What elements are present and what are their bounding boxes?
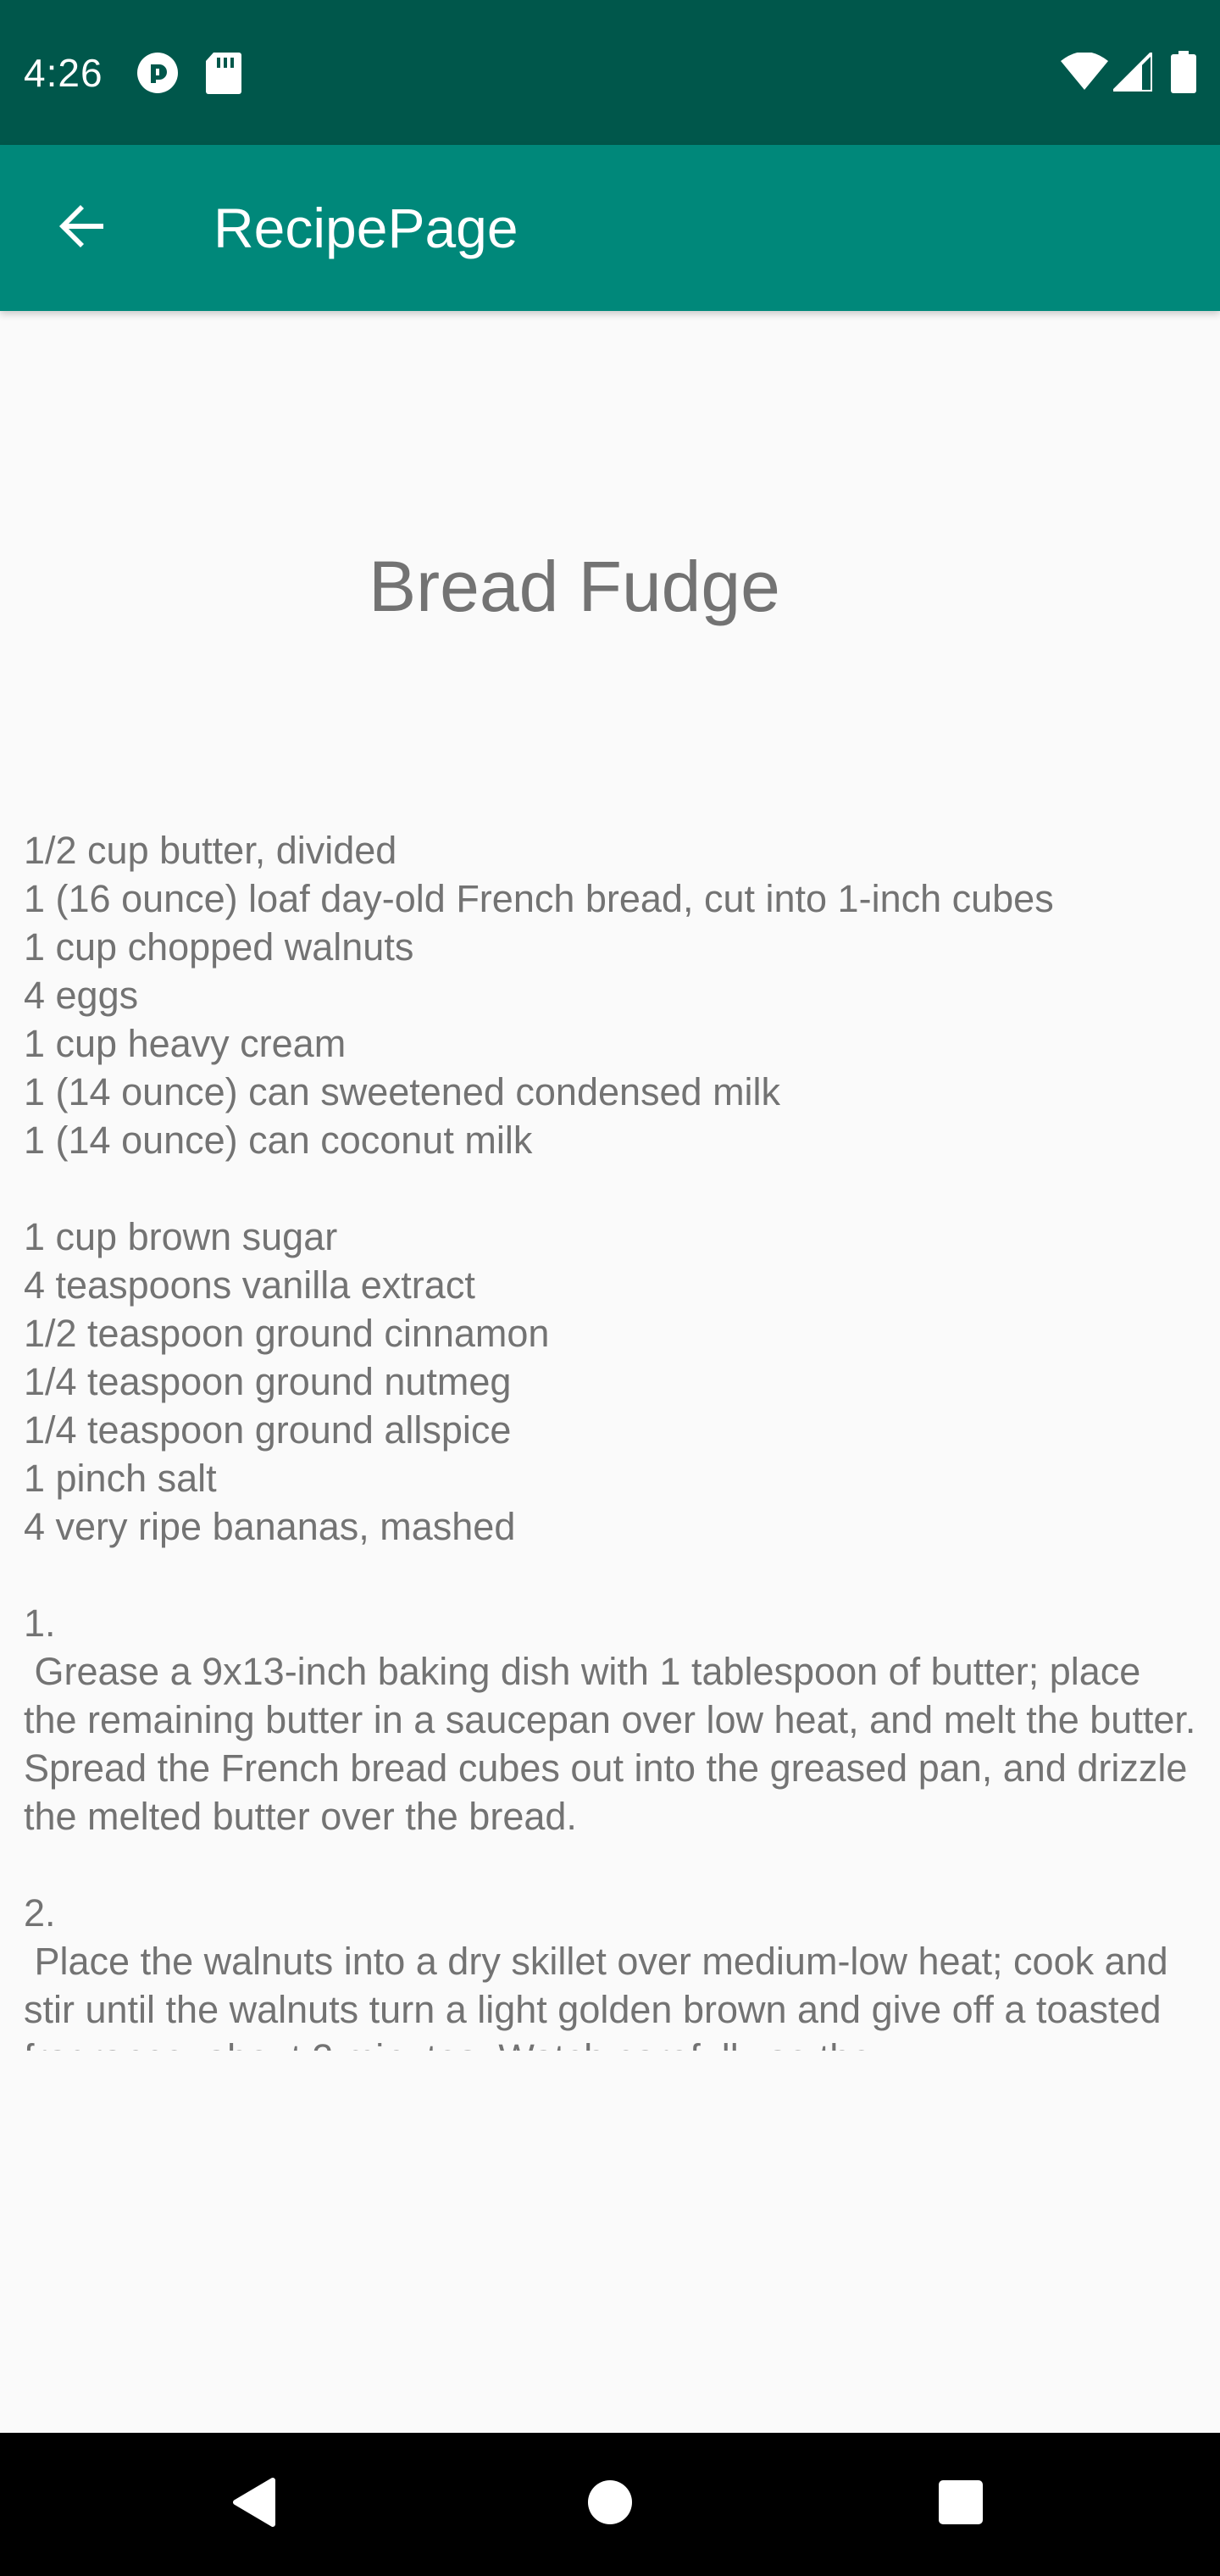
- ingredient-line: 1/4 teaspoon ground nutmeg: [24, 1360, 512, 1403]
- ingredients-list: 1/2 cup butter, divided 1 (16 ounce) loa…: [24, 826, 1201, 1164]
- ingredient-line: 1 (16 ounce) loaf day-old French bread, …: [24, 877, 1054, 920]
- recipe-content[interactable]: Bread Fudge 1/2 cup butter, divided 1 (1…: [0, 311, 1220, 2433]
- arrow-back-icon: [54, 199, 108, 258]
- status-bar: 4:26: [0, 0, 1220, 145]
- status-time: 4:26: [24, 51, 103, 95]
- ingredient-line: 1 (14 ounce) can coconut milk: [24, 1119, 533, 1162]
- nav-home-icon: [587, 2479, 633, 2529]
- ingredients-list: 1 cup brown sugar 4 teaspoons vanilla ex…: [24, 1213, 1201, 1551]
- ingredient-line: 1 cup heavy cream: [24, 1022, 347, 1065]
- recipe-body[interactable]: 1/2 cup butter, divided 1 (16 ounce) loa…: [24, 826, 1201, 2051]
- ingredient-line: 1 cup chopped walnuts: [24, 925, 414, 969]
- step-number: 1.: [24, 1602, 56, 1645]
- ingredient-line: 4 teaspoons vanilla extract: [24, 1263, 475, 1307]
- battery-icon: [1171, 51, 1196, 97]
- step-number: 2.: [24, 1891, 56, 1935]
- ingredient-line: 4 very ripe bananas, mashed: [24, 1505, 516, 1548]
- sd-card-icon: [205, 51, 242, 99]
- back-button[interactable]: [34, 180, 129, 275]
- ingredient-line: 1/2 teaspoon ground cinnamon: [24, 1312, 550, 1355]
- recipe-title: Bread Fudge: [369, 547, 780, 626]
- app-bar-title: RecipePage: [214, 197, 518, 259]
- app-bar: RecipePage: [0, 145, 1220, 311]
- step-text: Place the walnuts into a dry skillet ove…: [24, 1940, 1168, 2051]
- ingredient-line: 1 (14 ounce) can sweetened condensed mil…: [24, 1070, 781, 1113]
- step-1: 1. Grease a 9x13-inch baking dish with 1…: [24, 1599, 1201, 1840]
- step-2: 2. Place the walnuts into a dry skillet …: [24, 1889, 1201, 2051]
- ingredient-line: 1 pinch salt: [24, 1457, 217, 1500]
- wifi-icon: [1061, 52, 1108, 94]
- ingredient-line: 1/2 cup butter, divided: [24, 829, 397, 872]
- ingredient-line: 1 cup brown sugar: [24, 1215, 338, 1258]
- cell-signal-icon: [1109, 48, 1154, 96]
- nav-recents-button[interactable]: [918, 2462, 1003, 2546]
- ingredient-line: 1/4 teaspoon ground allspice: [24, 1408, 512, 1452]
- nav-back-button[interactable]: [212, 2462, 297, 2546]
- nav-back-icon: [230, 2477, 278, 2532]
- pocket-casts-icon: [136, 51, 180, 99]
- navigation-bar: [0, 2433, 1220, 2576]
- screen: 4:26 RecipePage Bread Fudge 1/2 cup butt…: [0, 0, 1220, 2576]
- nav-recents-icon: [938, 2479, 984, 2529]
- ingredient-line: 4 eggs: [24, 974, 139, 1017]
- nav-home-button[interactable]: [568, 2462, 652, 2546]
- step-text: Grease a 9x13-inch baking dish with 1 ta…: [24, 1650, 1196, 1838]
